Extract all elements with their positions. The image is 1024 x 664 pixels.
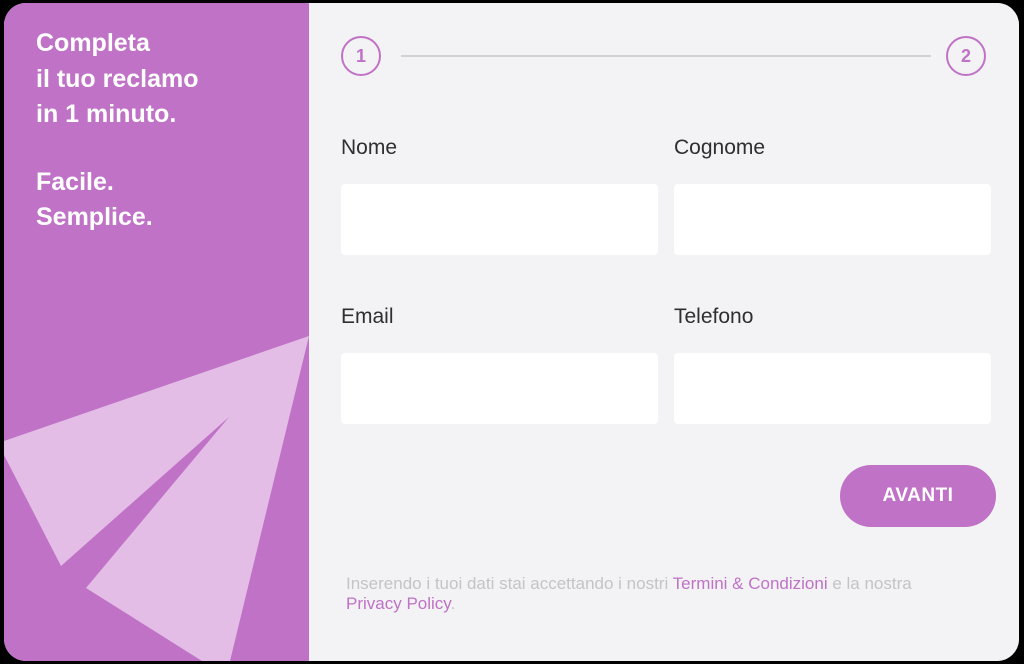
terms-link[interactable]: Termini & Condizioni (673, 574, 828, 593)
first-name-field[interactable] (341, 184, 658, 255)
last-name-field[interactable] (674, 184, 991, 255)
email-field[interactable] (341, 353, 658, 424)
privacy-policy-link[interactable]: Privacy Policy (346, 594, 451, 613)
next-button[interactable]: AVANTI (840, 465, 996, 527)
promo-panel: Completa il tuo reclamo in 1 minuto. Fac… (4, 3, 309, 661)
phone-field[interactable] (674, 353, 991, 424)
legal-suffix: . (450, 594, 456, 613)
complaint-form-card: Completa il tuo reclamo in 1 minuto. Fac… (4, 3, 1019, 661)
first-name-label: Nome (341, 136, 398, 159)
legal-notice: Inserendo i tuoi dati stai accettando i … (346, 574, 1006, 614)
phone-label: Telefono (674, 305, 754, 328)
paper-plane-icon (4, 336, 309, 661)
legal-prefix: Inserendo i tuoi dati stai accettando i … (346, 574, 673, 593)
legal-middle: e la nostra (827, 574, 912, 593)
step-indicator-2: 2 (946, 36, 986, 76)
email-label: Email (341, 305, 394, 328)
step-indicator-1: 1 (341, 36, 381, 76)
last-name-label: Cognome (674, 136, 766, 159)
step-progress-line (401, 55, 931, 57)
form-panel: 1 2 Nome Cognome Email Telefono AVANTI I… (309, 3, 1019, 661)
